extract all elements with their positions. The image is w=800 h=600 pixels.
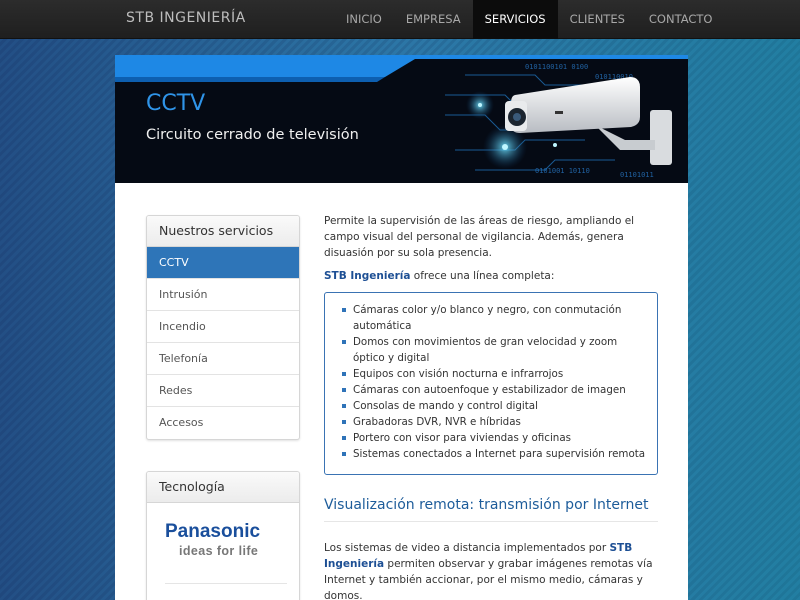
list-item: Cámaras color y/o blanco y negro, con co… bbox=[342, 302, 647, 334]
technology-panel-heading: Tecnología bbox=[147, 472, 299, 503]
svg-text:0101100101 0100: 0101100101 0100 bbox=[525, 63, 588, 71]
list-item: Domos con movimientos de gran velocidad … bbox=[342, 334, 647, 366]
svg-text:01101011: 01101011 bbox=[620, 171, 654, 179]
security-camera-icon: 0101100101 0100 010110010 0101001 10110 … bbox=[445, 63, 672, 179]
features-list: Cámaras color y/o blanco y negro, con co… bbox=[342, 302, 647, 462]
svg-text:0101001 10110: 0101001 10110 bbox=[535, 167, 590, 175]
nav-item-servicios[interactable]: SERVICIOS bbox=[472, 0, 558, 39]
features-box: Cámaras color y/o blanco y negro, con co… bbox=[324, 292, 658, 475]
list-item: Equipos con visión nocturna e infrarrojo… bbox=[342, 366, 647, 382]
hero-title: CCTV bbox=[146, 91, 206, 116]
list-item: Sistemas conectados a Internet para supe… bbox=[342, 446, 647, 462]
panasonic-logo-tagline: ideas for life bbox=[179, 544, 259, 558]
main-nav: INICIO EMPRESA SERVICIOS CLIENTES CONTAC… bbox=[334, 0, 724, 39]
remote-paragraph: Los sistemas de video a distancia implem… bbox=[324, 540, 658, 600]
sidebar-item-accesos[interactable]: Accesos bbox=[147, 407, 299, 439]
content-container: CCTV Circuito cerrado de televisión 0101… bbox=[115, 55, 688, 600]
sidebar-item-intrusion[interactable]: Intrusión bbox=[147, 279, 299, 311]
brand-name-inline: STB Ingeniería bbox=[324, 270, 411, 282]
panasonic-logo-name: Panasonic bbox=[165, 521, 261, 542]
hero-banner: CCTV Circuito cerrado de televisión 0101… bbox=[115, 55, 688, 183]
main-content: Permite la supervisión de las áreas de r… bbox=[324, 213, 658, 600]
remote-text-before: Los sistemas de video a distancia implem… bbox=[324, 542, 610, 554]
technology-panel: Tecnología Panasonic ideas for life bbox=[146, 471, 300, 600]
list-item: Grabadoras DVR, NVR e híbridas bbox=[342, 414, 647, 430]
nav-item-clientes[interactable]: CLIENTES bbox=[558, 0, 637, 39]
offer-paragraph: STB Ingeniería ofrece una línea completa… bbox=[324, 268, 658, 284]
list-item: Cámaras con autoenfoque y estabilizador … bbox=[342, 382, 647, 398]
list-item: Consolas de mando y control digital bbox=[342, 398, 647, 414]
nav-item-inicio[interactable]: INICIO bbox=[334, 0, 394, 39]
hero-subtitle: Circuito cerrado de televisión bbox=[146, 127, 359, 143]
list-item: Portero con visor para viviendas y ofici… bbox=[342, 430, 647, 446]
nav-item-empresa[interactable]: EMPRESA bbox=[394, 0, 473, 39]
sidebar-item-cctv[interactable]: CCTV bbox=[147, 247, 299, 279]
services-panel-heading: Nuestros servicios bbox=[147, 216, 299, 247]
sidebar-item-incendio[interactable]: Incendio bbox=[147, 311, 299, 343]
top-navbar: STB INGENIERÍA INICIO EMPRESA SERVICIOS … bbox=[0, 0, 800, 39]
panasonic-logo[interactable]: Panasonic ideas for life bbox=[147, 503, 299, 584]
remote-section-heading: Visualización remota: transmisión por In… bbox=[324, 497, 658, 522]
sidebar-item-telefonia[interactable]: Telefonía bbox=[147, 343, 299, 375]
logo-divider bbox=[165, 583, 287, 584]
brand-logo-text[interactable]: STB INGENIERÍA bbox=[126, 10, 246, 26]
offer-text: ofrece una línea completa: bbox=[410, 270, 555, 282]
nav-item-contacto[interactable]: CONTACTO bbox=[637, 0, 725, 39]
services-panel: Nuestros servicios CCTV Intrusión Incend… bbox=[146, 215, 300, 440]
sidebar-item-redes[interactable]: Redes bbox=[147, 375, 299, 407]
intro-paragraph: Permite la supervisión de las áreas de r… bbox=[324, 215, 635, 259]
